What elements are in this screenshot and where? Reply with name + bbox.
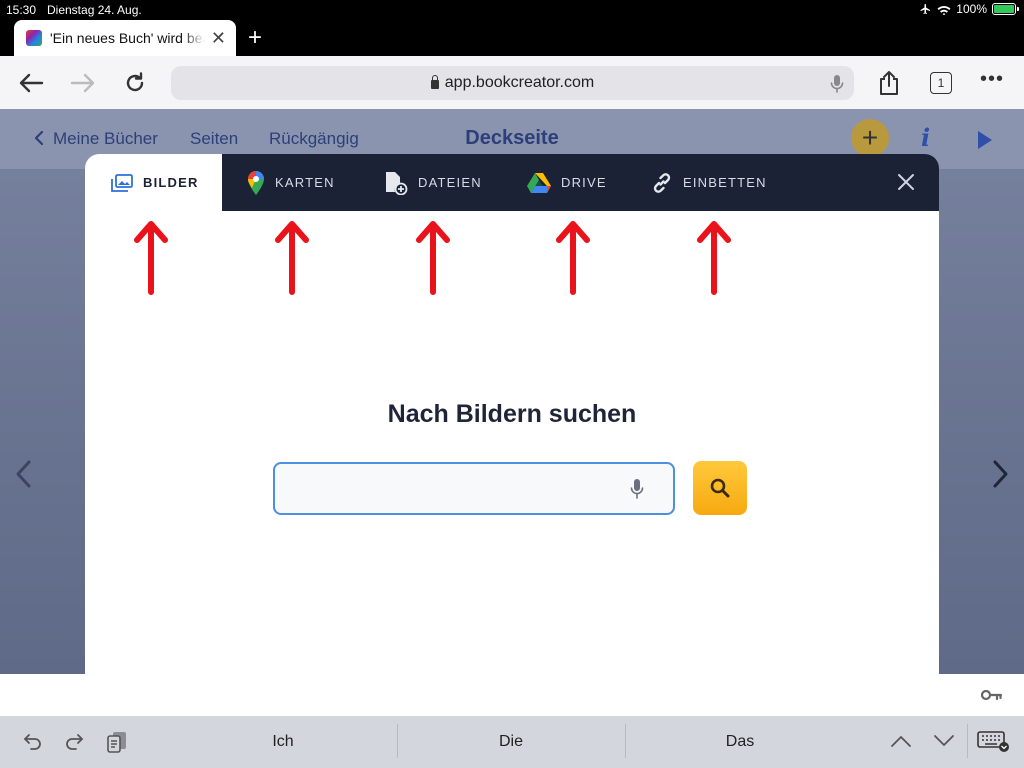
add-content-button[interactable]: + [851,119,889,157]
close-tab-icon[interactable]: ✕ [211,29,226,47]
search-heading: Nach Bildern suchen [387,400,637,428]
chevron-down-icon[interactable] [933,734,955,748]
chevron-left-icon[interactable] [34,130,44,146]
tab-einbetten[interactable]: EINBETTEN [651,154,767,211]
undo-button[interactable]: Rückgängig [269,129,359,149]
airplane-icon [920,4,931,14]
suggestion-3[interactable]: Das [626,733,854,751]
info-button[interactable]: i [921,123,930,152]
status-date: Dienstag 24. Aug. [47,3,142,17]
browser-tab[interactable]: 'Ein neues Buch' wird bearbeitet ✕ [14,20,236,56]
keyboard-accessory-strip [0,674,1024,716]
reload-icon[interactable] [120,68,150,98]
browser-tab-title: 'Ein neues Buch' wird bearbeitet [50,30,205,46]
url-text: app.bookcreator.com [444,74,595,91]
lock-icon [430,74,439,89]
suggestion-2[interactable]: Die [397,733,625,751]
address-bar[interactable]: app.bookcreator.com [171,66,854,100]
share-icon[interactable] [874,68,904,98]
battery-percent: 100% [956,2,987,16]
tab-label: BILDER [143,175,199,190]
browser-tab-strip: 'Ein neues Buch' wird bearbeitet ✕ + [0,20,1024,56]
status-bar: 15:30 Dienstag 24. Aug. 100% [0,0,1024,20]
toolbar-divider [967,724,968,758]
close-icon[interactable] [896,172,916,192]
tab-karten[interactable]: KARTEN [247,154,335,211]
undo-icon[interactable] [22,730,44,752]
image-search-input[interactable] [273,462,675,515]
chevron-up-icon[interactable] [890,734,912,748]
annotation-arrow-bilder [134,221,168,295]
modal-tab-bar: BILDER KARTEN DATEIEN DRIVE EINBETTEN [85,154,939,211]
tab-drive[interactable]: DRIVE [527,154,607,211]
tab-bilder[interactable]: BILDER [85,154,222,211]
annotation-arrow-karten [275,221,309,295]
address-mic-icon[interactable] [830,74,844,94]
paste-clipboard-icon[interactable] [106,730,128,754]
tab-label: DRIVE [561,175,607,190]
previous-page-chevron-icon[interactable] [14,459,32,489]
annotation-arrow-einbetten [697,221,731,295]
search-button[interactable] [693,461,747,515]
annotation-arrow-drive [556,221,590,295]
link-icon [651,172,673,194]
annotation-arrow-dateien [416,221,450,295]
wifi-icon [937,5,951,15]
redo-icon[interactable] [63,730,85,752]
keyboard-dismiss-icon[interactable] [977,731,1009,753]
map-pin-icon [247,170,265,196]
browser-toolbar: app.bookcreator.com 1 ••• [0,56,1024,109]
search-mic-icon[interactable] [630,478,644,500]
back-arrow-icon[interactable] [16,68,46,98]
forward-arrow-icon[interactable] [68,68,98,98]
more-menu-icon[interactable]: ••• [980,68,1004,91]
next-page-chevron-icon[interactable] [992,459,1010,489]
pages-button[interactable]: Seiten [190,129,238,149]
suggestion-1[interactable]: Ich [169,733,397,751]
my-books-link[interactable]: Meine Bücher [53,129,158,149]
file-add-icon [384,171,408,195]
media-modal: BILDER KARTEN DATEIEN DRIVE EINBETTEN Na… [85,154,939,674]
drive-icon [527,172,551,193]
tab-label: EINBETTEN [683,175,767,190]
tab-dateien[interactable]: DATEIEN [384,154,482,211]
play-icon[interactable] [978,131,992,149]
search-icon [710,478,730,498]
tab-label: KARTEN [275,175,335,190]
passwords-key-icon[interactable] [981,688,1003,702]
keyboard-shortcut-bar: Ich Die Das [0,716,1024,768]
tab-label: DATEIEN [418,175,482,190]
images-icon [111,173,133,192]
battery-icon [992,3,1019,15]
tab-overview-button[interactable]: 1 [930,72,952,94]
new-tab-plus-icon[interactable]: + [244,24,266,52]
status-indicators: 100% [919,2,1019,16]
bookcreator-favicon-icon [26,30,42,46]
status-time: 15:30 [6,3,37,17]
